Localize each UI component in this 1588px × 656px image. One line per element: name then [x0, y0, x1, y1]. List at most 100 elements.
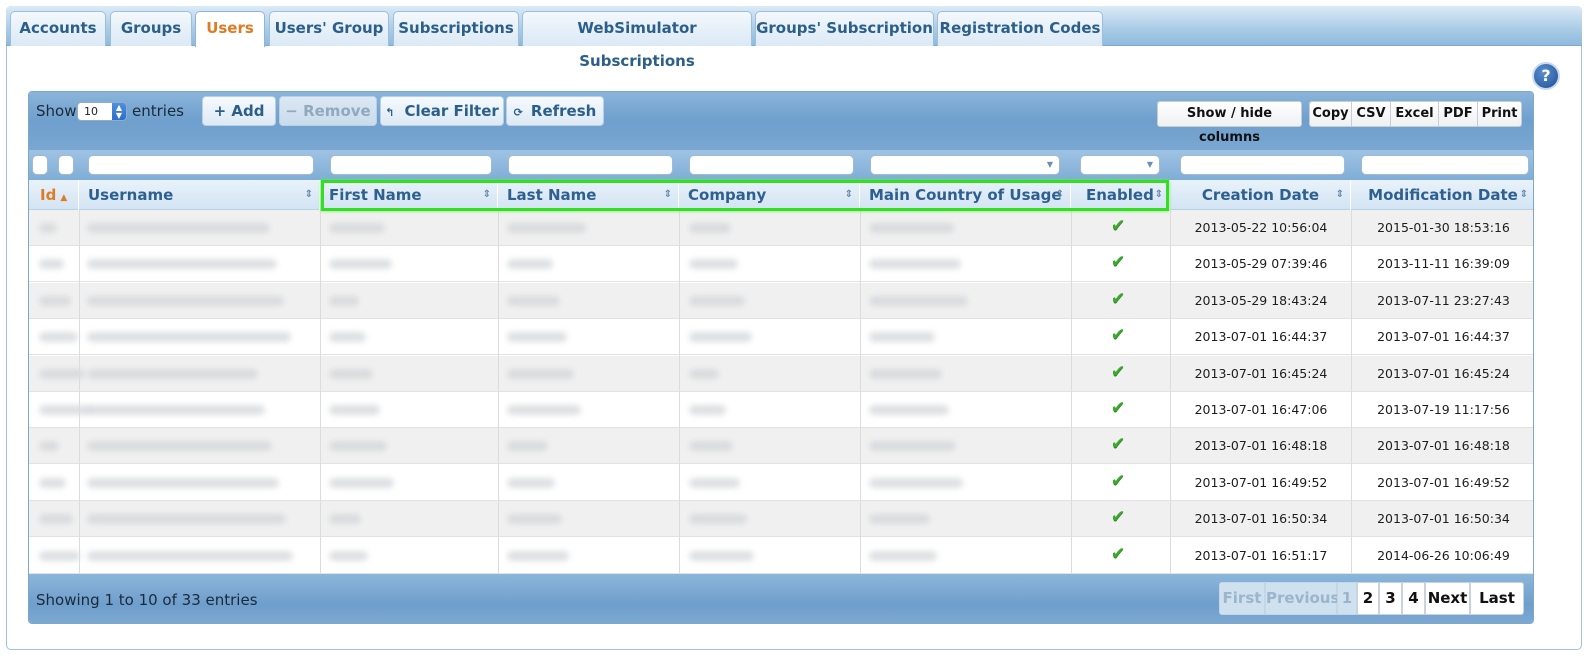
- redacted-cell: [689, 295, 745, 306]
- tab-websimulator-subscriptions[interactable]: WebSimulator Subscriptions: [522, 11, 752, 70]
- redacted-cell: [507, 368, 574, 379]
- redacted-cell: [329, 405, 380, 415]
- table-row[interactable]: ✔ 2013-05-22 10:56:04 2015-01-30 18:53:16: [29, 210, 1533, 246]
- tab-accounts[interactable]: Accounts: [10, 11, 106, 46]
- table-row[interactable]: ✔ 2013-07-01 16:47:06 2013-07-19 11:17:56: [29, 392, 1533, 428]
- enabled-header-label: Enabled: [1086, 186, 1154, 204]
- pager-previous[interactable]: Previous: [1265, 582, 1339, 615]
- redacted-cell: [507, 550, 569, 561]
- redacted-cell: [507, 441, 548, 452]
- enabled-check-icon: ✔: [1111, 470, 1126, 491]
- column-header-last-name[interactable]: Last Name ⇕: [499, 180, 679, 210]
- add-button[interactable]: + Add: [202, 96, 276, 126]
- clear-filter-label: Clear Filter: [404, 102, 499, 120]
- redacted-cell: [87, 368, 258, 379]
- help-icon[interactable]: ?: [1532, 62, 1560, 90]
- redacted-cell: [869, 223, 954, 233]
- tab-groups[interactable]: Groups: [110, 11, 192, 46]
- table-row[interactable]: ✔ 2013-07-01 16:51:17 2014-06-26 10:06:49: [29, 537, 1533, 574]
- column-header-creation-date[interactable]: Creation Date ⇕: [1171, 180, 1351, 210]
- redacted-cell: [329, 259, 392, 270]
- redacted-cell: [87, 223, 270, 233]
- modification-date-cell: 2013-07-11 23:27:43: [1377, 292, 1510, 308]
- show-label: Show: [36, 102, 77, 120]
- company-filter[interactable]: [689, 155, 854, 175]
- creation-date-cell: 2013-07-01 16:48:18: [1194, 438, 1328, 454]
- tab-registration-codes[interactable]: Registration Codes: [937, 11, 1103, 46]
- tab-subscriptions[interactable]: Subscriptions: [393, 11, 519, 46]
- sort-icon: ⇕: [1519, 189, 1528, 200]
- table-row[interactable]: ✔ 2013-05-29 07:39:46 2013-11-11 16:39:09: [29, 246, 1533, 283]
- show-hide-columns-button[interactable]: Show / hide columns: [1157, 101, 1302, 145]
- redacted-cell: [39, 259, 64, 270]
- copy-button[interactable]: Copy: [1309, 101, 1352, 127]
- column-header-company[interactable]: Company ⇕: [680, 180, 860, 210]
- redacted-cell: [869, 514, 930, 525]
- redacted-cell: [869, 259, 961, 270]
- column-header-id[interactable]: Id ▲: [29, 180, 79, 210]
- table-row[interactable]: ✔ 2013-07-01 16:50:34 2013-07-01 16:50:34: [29, 501, 1533, 538]
- modification-date-header-label: Modification Date: [1368, 186, 1518, 204]
- redacted-cell: [87, 405, 265, 415]
- redacted-cell: [329, 550, 368, 561]
- sort-icon: ⇕: [663, 189, 672, 200]
- modification-date-cell: 2013-07-19 11:17:56: [1377, 402, 1510, 417]
- id-filter[interactable]: [58, 155, 74, 175]
- pager-page-4[interactable]: 4: [1402, 582, 1425, 615]
- redacted-cell: [689, 368, 719, 379]
- creation-date-cell: 2013-07-01 16:50:34: [1194, 511, 1328, 527]
- redacted-cell: [87, 259, 277, 270]
- last-name-filter[interactable]: [508, 155, 673, 175]
- enabled-filter[interactable]: ▼: [1080, 155, 1160, 175]
- first-name-filter[interactable]: [330, 155, 492, 175]
- tab-groups-subscription[interactable]: Groups' Subscription: [755, 11, 934, 46]
- modification-date-filter[interactable]: [1361, 155, 1529, 175]
- column-header-username[interactable]: Username ⇕: [80, 180, 320, 210]
- redacted-cell: [39, 441, 59, 452]
- tab-users[interactable]: Users: [195, 11, 265, 47]
- username-filter[interactable]: [88, 155, 314, 175]
- column-header-country[interactable]: Main Country of Usage ⇕: [861, 180, 1071, 210]
- redacted-cell: [39, 550, 80, 561]
- redacted-cell: [689, 477, 740, 488]
- refresh-button[interactable]: ⟳ Refresh: [506, 96, 604, 126]
- redacted-cell: [329, 332, 366, 343]
- table-row[interactable]: ✔ 2013-05-29 18:43:24 2013-07-11 23:27:43: [29, 282, 1533, 319]
- redacted-cell: [329, 223, 385, 233]
- country-filter[interactable]: ▼: [870, 155, 1060, 175]
- select-all-filter[interactable]: [32, 155, 48, 175]
- table-row[interactable]: ✔ 2013-07-01 16:45:24 2013-07-01 16:45:24: [29, 355, 1533, 392]
- enabled-check-icon: ✔: [1111, 288, 1126, 309]
- excel-button[interactable]: Excel: [1390, 101, 1439, 127]
- page-length-select[interactable]: 10 ▲ ▼: [77, 102, 127, 121]
- pager-page-2[interactable]: 2: [1357, 582, 1379, 615]
- redacted-cell: [869, 405, 949, 415]
- tab-users-group[interactable]: Users' Group: [269, 11, 389, 46]
- table-row[interactable]: ✔ 2013-07-01 16:49:52 2013-07-01 16:49:52: [29, 464, 1533, 501]
- redacted-cell: [869, 477, 963, 488]
- creation-date-filter[interactable]: [1180, 155, 1345, 175]
- print-button[interactable]: Print: [1477, 101, 1522, 127]
- pager-next[interactable]: Next: [1425, 582, 1470, 615]
- table-row[interactable]: ✔ 2013-07-01 16:44:37 2013-07-01 16:44:37: [29, 319, 1533, 356]
- redacted-cell: [39, 295, 71, 306]
- table-row[interactable]: ✔ 2013-07-01 16:48:18 2013-07-01 16:48:18: [29, 428, 1533, 465]
- pager-last[interactable]: Last: [1470, 582, 1524, 615]
- csv-button[interactable]: CSV: [1351, 101, 1391, 127]
- redacted-cell: [869, 295, 968, 306]
- sort-icon: ⇕: [304, 189, 313, 200]
- pager-page-3[interactable]: 3: [1379, 582, 1402, 615]
- pdf-button[interactable]: PDF: [1438, 101, 1478, 127]
- redacted-cell: [689, 223, 731, 233]
- pager-first[interactable]: First: [1219, 582, 1265, 615]
- clear-filter-button[interactable]: ↰ Clear Filter: [380, 96, 504, 126]
- column-header-first-name[interactable]: First Name ⇕: [321, 180, 498, 210]
- sort-icon: ⇕: [1055, 189, 1064, 200]
- column-divider: [679, 210, 680, 574]
- pager-page-1[interactable]: 1: [1337, 582, 1357, 615]
- redacted-cell: [39, 514, 73, 525]
- column-header-enabled[interactable]: Enabled ⇕: [1072, 180, 1170, 210]
- remove-button[interactable]: − Remove: [279, 96, 377, 126]
- enabled-check-icon: ✔: [1111, 252, 1126, 273]
- column-header-modification-date[interactable]: Modification Date ⇕: [1352, 180, 1533, 210]
